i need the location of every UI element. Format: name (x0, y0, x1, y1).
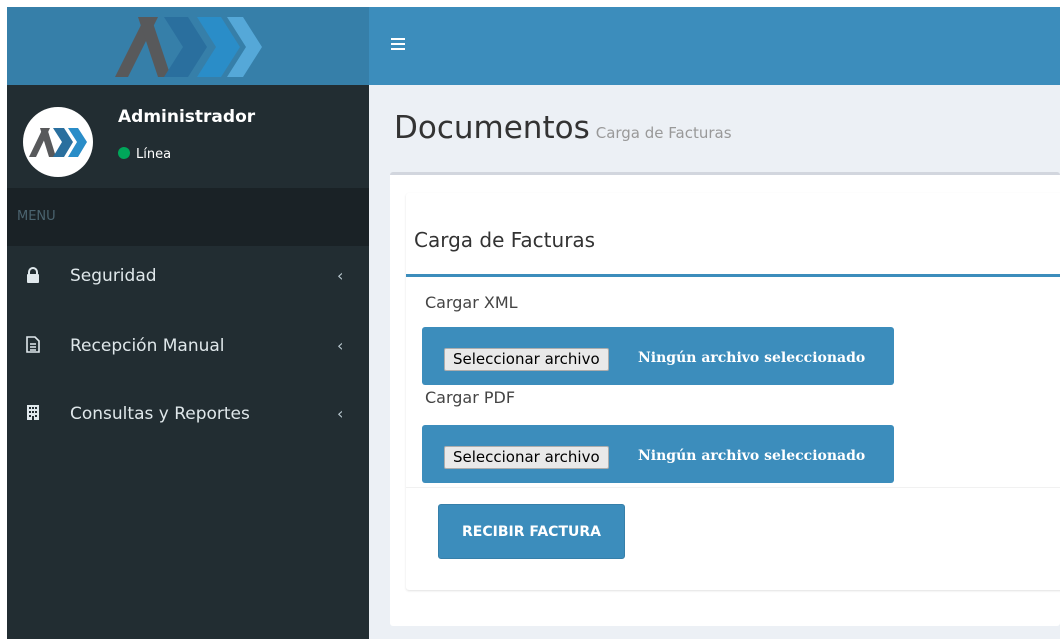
user-status-label: Línea (136, 147, 172, 162)
chevron-left-icon: ‹ (337, 336, 344, 355)
user-name: Administrador (118, 107, 256, 127)
lock-icon (24, 246, 42, 306)
sidebar-item-consultas-reportes[interactable]: Consultas y Reportes ‹ (7, 384, 369, 444)
page-title-text: Documentos (394, 110, 590, 146)
sidebar-item-label: Seguridad (70, 266, 157, 286)
document-icon (24, 316, 42, 376)
pdf-label: Cargar PDF (425, 388, 516, 407)
chevron-left-icon: ‹ (337, 266, 344, 285)
sidebar-item-recepcion-manual[interactable]: Recepción Manual ‹ (7, 316, 369, 376)
user-status[interactable]: Línea (118, 147, 171, 162)
page-subtitle: Carga de Facturas (595, 124, 732, 142)
receive-invoice-button[interactable]: RECIBIR FACTURA (438, 504, 625, 559)
sidebar: Administrador Línea MENU Seguridad ‹ Rec… (7, 85, 369, 639)
box-header-divider (406, 274, 1060, 277)
online-status-dot-icon (118, 147, 130, 159)
content-box: Carga de Facturas Cargar XML Seleccionar… (390, 172, 1060, 626)
xml-select-file-button[interactable]: Seleccionar archivo (444, 348, 609, 371)
sidebar-item-label: Recepción Manual (70, 336, 225, 356)
hamburger-icon[interactable] (391, 38, 405, 51)
xml-file-input[interactable]: Seleccionar archivo Ningún archivo selec… (422, 327, 894, 385)
page-title: Documentos Carga de Facturas (394, 110, 732, 146)
top-navbar (369, 7, 1060, 85)
building-icon (24, 384, 42, 444)
user-panel: Administrador Línea (7, 85, 369, 188)
brand-logo (115, 17, 262, 77)
menu-header: MENU (7, 188, 369, 246)
xml-label: Cargar XML (425, 293, 518, 312)
pdf-file-status: Ningún archivo seleccionado (638, 448, 866, 464)
chevron-left-icon: ‹ (337, 404, 344, 423)
avatar (23, 107, 93, 177)
sidebar-item-label: Consultas y Reportes (70, 404, 250, 424)
pdf-select-file-button[interactable]: Seleccionar archivo (444, 446, 609, 469)
sidebar-item-seguridad[interactable]: Seguridad ‹ (7, 246, 369, 306)
avatar-logo (29, 128, 87, 157)
logo-bar[interactable] (7, 7, 369, 85)
upload-form-box: Carga de Facturas Cargar XML Seleccionar… (406, 193, 1060, 590)
box-title: Carga de Facturas (414, 228, 596, 252)
app-window: Administrador Línea MENU Seguridad ‹ Rec… (7, 7, 1060, 639)
box-footer-divider (406, 487, 1060, 488)
pdf-file-input[interactable]: Seleccionar archivo Ningún archivo selec… (422, 425, 894, 483)
xml-file-status: Ningún archivo seleccionado (638, 350, 866, 366)
